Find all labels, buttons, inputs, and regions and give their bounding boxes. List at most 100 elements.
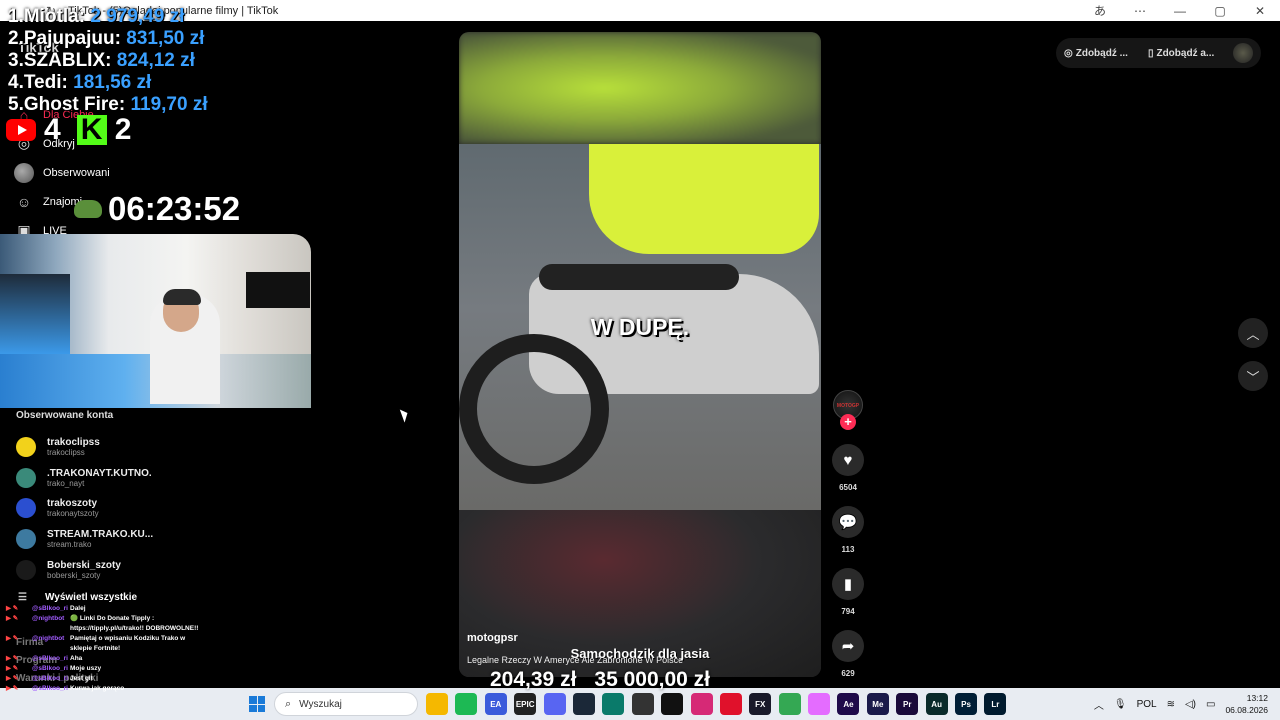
account-handle: trakonaytszoty: [47, 509, 99, 519]
chat-message: ▶ ✎ @sBlkoo_ri Kurwa jak gorąco: [6, 685, 125, 692]
chat-message: ▶ ✎ @sBlkoo_ri Moje uszy: [6, 665, 102, 672]
like-action[interactable]: ♥ 6504: [831, 444, 865, 492]
followed-accounts-list: trakoclipss trakoclipss .TRAKONAYT.KUTNO.…: [16, 432, 153, 585]
kick-icon: [76, 113, 107, 147]
hudfx-icon[interactable]: FX: [749, 693, 772, 715]
video-player[interactable]: W DUPĘ. motogpsr Samochodzik dla jasia L…: [459, 32, 821, 677]
comment-action[interactable]: 💬 113: [831, 506, 865, 554]
translate-icon[interactable]: あ: [1080, 0, 1120, 21]
lightroom-icon[interactable]: Lr: [984, 693, 1007, 715]
youtube-count: 4: [44, 113, 61, 146]
maximize-icon[interactable]: ▢: [1200, 0, 1240, 21]
get-coins-button[interactable]: ◎ Zdobądź ...: [1064, 48, 1128, 59]
search-placeholder: Wyszukaj: [299, 698, 342, 710]
profile-avatar[interactable]: [1233, 43, 1253, 63]
after-effects-icon[interactable]: Ae: [837, 693, 860, 715]
follow-plus-button[interactable]: +: [840, 414, 856, 430]
bookmark-icon[interactable]: ▮: [832, 568, 864, 600]
chevron-up-tray-icon[interactable]: ︿: [1094, 697, 1104, 712]
account-name: .TRAKONAYT.KUTNO.: [47, 467, 152, 479]
volume-icon[interactable]: ◁): [1185, 699, 1196, 710]
followed-account[interactable]: STREAM.TRAKO.KU... stream.trako: [16, 524, 153, 555]
webcam-streamer-hair: [163, 289, 201, 305]
youtube-icon: [6, 119, 36, 141]
account-name: trakoszoty: [47, 498, 98, 510]
chat-message: ▶ ✎ @sBlkoo_ri Jest git: [6, 675, 93, 682]
taskbar-search[interactable]: ⌕ Wyszukaj: [274, 692, 418, 716]
audition-icon[interactable]: Au: [925, 693, 948, 715]
donation-goal: 204,39 zł 35 000,00 zł: [490, 668, 728, 692]
steam-icon[interactable]: [572, 693, 595, 715]
photos-icon[interactable]: [808, 693, 831, 715]
save-count: 794: [841, 607, 855, 616]
list-icon: ☰: [18, 592, 27, 603]
chevron-up-icon[interactable]: ︿: [1238, 318, 1268, 348]
chat-message: ▶ ✎ @sBlkoo_ri Dalej: [6, 605, 86, 612]
followed-account[interactable]: Boberski_szoty boberski_szoty: [16, 554, 153, 585]
wifi-icon[interactable]: ≋: [1167, 699, 1175, 710]
media-encoder-icon[interactable]: Me: [866, 693, 889, 715]
comment-icon[interactable]: 💬: [832, 506, 864, 538]
goal-current: 204,39 zł: [490, 668, 577, 691]
pepe-emote-icon: [74, 200, 102, 218]
chevron-down-icon[interactable]: ﹀: [1238, 361, 1268, 391]
video-author[interactable]: motogpsr: [467, 632, 518, 644]
account-avatar: [16, 529, 36, 550]
followed-account[interactable]: .TRAKONAYT.KUTNO. trako_nayt: [16, 463, 153, 494]
stream-timer: 06:23:52: [74, 190, 240, 228]
leaderboard-row: 3.SZABLIX: 824,12 zł: [8, 50, 195, 71]
clock-time: 13:12: [1246, 693, 1268, 703]
video-caption: W DUPĘ.: [590, 314, 690, 340]
heart-icon[interactable]: ♥: [832, 444, 864, 476]
more-icon[interactable]: ⋯: [1120, 0, 1160, 21]
file-explorer-icon[interactable]: [426, 693, 448, 715]
language-indicator[interactable]: POL: [1137, 699, 1157, 710]
account-handle: boberski_szoty: [47, 570, 101, 580]
battery-icon[interactable]: ▭: [1206, 699, 1215, 710]
get-app-button[interactable]: ▯ Zdobądź a...: [1148, 48, 1214, 59]
chrome-icon[interactable]: [778, 693, 801, 715]
epic-icon[interactable]: EPIC: [514, 693, 537, 715]
donation-leaderboard: 1.Miotla: 2 979,49 zł 2.Pajupajuu: 831,5…: [8, 6, 208, 116]
instagram-icon[interactable]: [690, 693, 713, 715]
ea-icon[interactable]: EA: [484, 693, 507, 715]
start-button-icon[interactable]: [249, 696, 265, 712]
close-icon[interactable]: ✕: [1240, 0, 1280, 21]
show-all-button[interactable]: ☰ Wyświetl wszystkie: [18, 592, 137, 603]
chat-badges-icon: ▶ ✎: [6, 655, 19, 662]
header-actions: ◎ Zdobądź ... ▯ Zdobądź a...: [1056, 38, 1261, 68]
chat-badges-icon: ▶ ✎: [6, 675, 19, 682]
phone-icon: ▯: [1147, 47, 1154, 59]
search-icon: ⌕: [285, 697, 292, 710]
stream-chat-overlay: ▶ ✎ @sBlkoo_ri Dalej ▶ ✎ @nightbot 🟢 Linki D…: [6, 604, 206, 694]
obs-icon[interactable]: [631, 693, 654, 715]
followed-accounts-title: Obserwowane konta: [16, 410, 114, 421]
account-name: STREAM.TRAKO.KU...: [47, 529, 154, 541]
share-icon[interactable]: ➦: [832, 630, 864, 662]
tiktok-icon[interactable]: [661, 693, 684, 715]
avatar-icon: [14, 162, 34, 183]
account-handle: trakoclipss: [47, 448, 85, 458]
microphone-icon[interactable]: 🎙: [1114, 699, 1127, 710]
premiere-icon[interactable]: Pr: [896, 693, 919, 715]
leaderboard-row: 4.Tedi: 181,56 zł: [8, 72, 152, 93]
clock-date: 06.08.2026: [1225, 705, 1268, 715]
opera-icon[interactable]: [719, 693, 742, 715]
followed-account[interactable]: trakoclipss trakoclipss: [16, 432, 153, 463]
app-icon[interactable]: [602, 693, 625, 715]
save-action[interactable]: ▮ 794: [831, 568, 865, 616]
discord-icon[interactable]: [543, 693, 566, 715]
nav-item-following[interactable]: Obserwowani: [14, 158, 110, 187]
spotify-icon[interactable]: [455, 693, 478, 715]
video-top-blur: [459, 32, 821, 144]
account-avatar: [16, 467, 36, 488]
timer-value: 06:23:52: [108, 190, 241, 227]
chat-badges-icon: ▶ ✎: [6, 605, 19, 612]
video-description: Legalne Rzeczy W Ameryce Ale Zabronione …: [467, 655, 684, 665]
minimize-icon[interactable]: —: [1160, 0, 1200, 21]
clock[interactable]: 13:12 06.08.2026: [1225, 692, 1268, 716]
account-name: Boberski_szoty: [47, 559, 121, 571]
share-action[interactable]: ➦ 629: [831, 630, 865, 678]
photoshop-icon[interactable]: Ps: [955, 693, 978, 715]
followed-account[interactable]: trakoszoty trakonaytszoty: [16, 493, 153, 524]
